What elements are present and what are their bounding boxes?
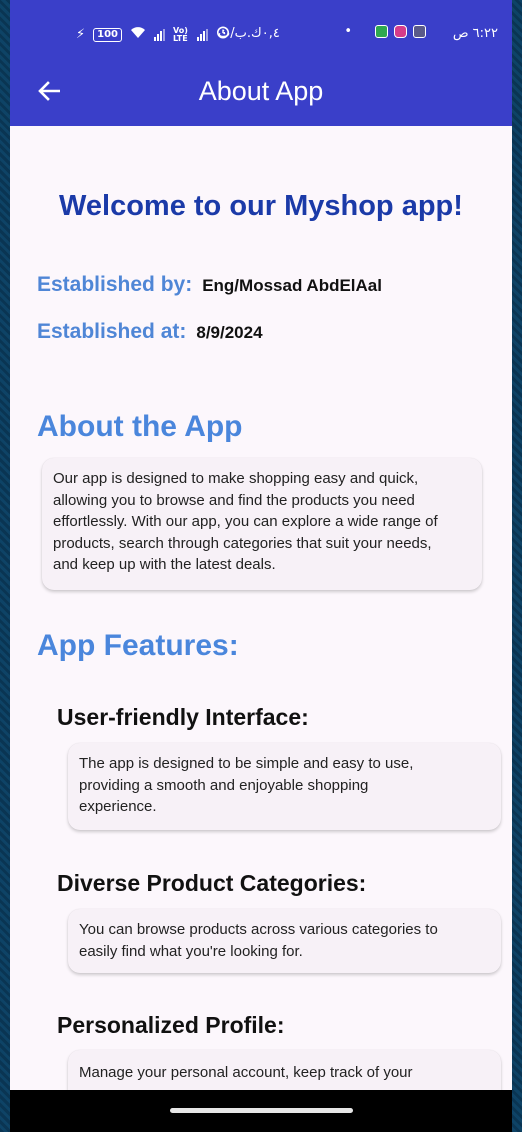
feature-line: easily find what you're looking for. [79,942,303,960]
app-notification-icon-2 [413,25,426,38]
feature-title: User-friendly Interface: [57,704,309,730]
established-by-value: Eng/Mossad AbdElAal [202,276,382,295]
navigation-bar [10,1090,512,1132]
about-text: Our app is designed to make shopping eas… [53,468,478,576]
status-bar: ⚡ 100 Vo) LTE ٠,٤ك.ب/ث • ٦:٢٢ ص [10,0,512,56]
about-heading: About the App [37,410,243,443]
about-line: products, search through categories that… [53,534,432,552]
status-time: ٦:٢٢ ص [452,26,498,41]
app-notification-icon [375,25,388,38]
welcome-heading: Welcome to our Myshop app! [59,190,463,222]
features-heading: App Features: [37,629,239,662]
page-title: About App [198,76,324,106]
established-at-row: Established at: 8/9/2024 [37,320,263,344]
feature-title: Diverse Product Categories: [57,870,367,896]
feature-line: Manage your personal account, keep track… [79,1064,413,1081]
feature-line: You can browse products across various c… [79,921,438,938]
feature-text: The app is designed to be simple and eas… [79,753,497,818]
wifi-icon [130,26,146,44]
about-line: allowing you to browse and find the prod… [53,491,415,509]
volte-icon: Vo) LTE [173,25,188,43]
feature-line: experience. [79,798,157,815]
notification-icons [375,25,426,38]
signal-icon-2 [197,28,209,41]
about-line: Our app is designed to make shopping eas… [53,470,419,487]
established-at-label: Established at: [37,320,187,343]
feature-title: Personalized Profile: [57,1012,285,1038]
phone-screen: ⚡ 100 Vo) LTE ٠,٤ك.ب/ث • ٦:٢٢ ص About Ap… [10,0,512,1132]
feature-line: The app is designed to be simple and eas… [79,755,414,772]
instagram-icon [394,25,407,38]
home-indicator[interactable] [170,1108,353,1113]
about-card: Our app is designed to make shopping eas… [42,458,482,590]
feature-text: You can browse products across various c… [79,919,497,962]
feature-text: Manage your personal account, keep track… [79,1062,497,1084]
established-at-value: 8/9/2024 [196,323,263,342]
feature-line: providing a smooth and enjoyable shoppin… [79,776,369,794]
about-line: effortlessly. With our app, you can expl… [53,513,438,530]
content-scroll-area[interactable]: Welcome to our Myshop app! Established b… [10,126,512,1090]
signal-icon [154,28,166,41]
network-speed: ٠,٤ك.ب/ث [218,26,280,41]
status-right-cluster: ⚡ 100 Vo) LTE [76,25,230,44]
feature-card: Manage your personal account, keep track… [68,1050,501,1090]
charging-icon: ⚡ [76,26,86,42]
established-by-row: Established by: Eng/Mossad AbdElAal [37,273,382,297]
feature-card: The app is designed to be simple and eas… [68,743,501,830]
feature-card: You can browse products across various c… [68,909,501,973]
about-line: and keep up with the latest deals. [53,556,276,573]
app-bar: About App [10,56,512,126]
notification-dot-icon: • [344,24,352,39]
battery-icon: 100 [93,27,123,42]
established-by-label: Established by: [37,273,193,296]
